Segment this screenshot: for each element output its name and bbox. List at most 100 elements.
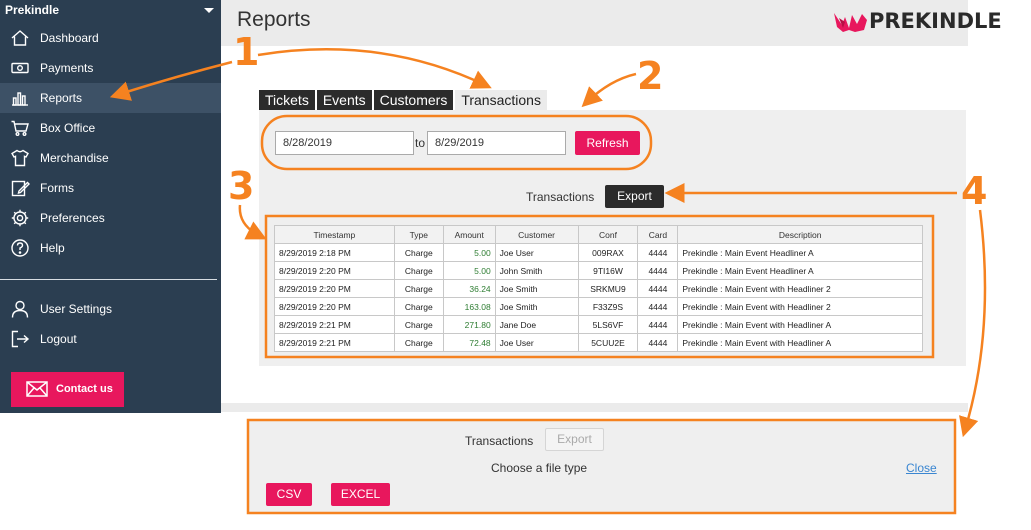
cell-customer: Joe Smith [494, 279, 579, 298]
bar-chart-icon [10, 88, 30, 108]
column-header-amount[interactable]: Amount [442, 225, 496, 244]
annotation-arrow-2 [581, 72, 637, 108]
sidebar-divider [0, 279, 217, 280]
sidebar-item-label: User Settings [40, 302, 113, 316]
export-button[interactable]: Export [605, 185, 664, 208]
cell-card: 4444 [637, 279, 679, 298]
sidebar-item-label: Help [40, 241, 65, 255]
column-header-timestamp[interactable]: Timestamp [274, 225, 395, 244]
annotation-arrow-4b [959, 209, 987, 438]
column-header-card[interactable]: Card [637, 225, 679, 244]
sidebar-item-help[interactable]: Help [0, 233, 221, 263]
gear-icon [10, 208, 30, 228]
page-title: Reports [237, 8, 311, 31]
table-row[interactable]: 8/29/2019 2:21 PM Charge 72.48 Joe User … [274, 333, 923, 352]
transactions-label: Transactions [526, 190, 595, 204]
annotation-number-3: 3 [228, 164, 255, 208]
user-icon [10, 299, 30, 319]
column-header-customer[interactable]: Customer [494, 225, 579, 244]
cell-type: Charge [393, 261, 444, 280]
column-header-conf[interactable]: Conf [577, 225, 639, 244]
cell-type: Charge [393, 315, 444, 334]
table-row[interactable]: 8/29/2019 2:20 PM Charge 5.00 John Smith… [274, 261, 923, 280]
cell-conf: 5CUU2E [577, 333, 639, 352]
cell-card: 4444 [637, 297, 679, 316]
annotation-arrow-1b [257, 48, 492, 89]
table-row[interactable]: 8/29/2019 2:20 PM Charge 36.24 Joe Smith… [274, 279, 923, 298]
brand-row[interactable]: Prekindle [0, 0, 221, 22]
cell-customer: John Smith [494, 261, 579, 280]
cell-amount: 271.80 [442, 315, 496, 334]
transactions-table: Timestamp Type Amount Customer Conf Card… [274, 225, 923, 352]
tab-tickets[interactable]: Tickets [259, 90, 315, 110]
sidebar-item-payments[interactable]: Payments [0, 53, 221, 83]
sidebar-item-label: Merchandise [40, 151, 109, 165]
sidebar-item-box-office[interactable]: Box Office [0, 113, 221, 143]
cell-card: 4444 [637, 333, 679, 352]
to-label: to [415, 136, 426, 150]
choose-file-type-label: Choose a file type [491, 461, 588, 475]
sidebar-item-label: Box Office [40, 121, 96, 135]
sidebar-item-label: Logout [40, 332, 77, 346]
cell-conf: 9TI16W [577, 261, 639, 280]
refresh-button[interactable]: Refresh [575, 131, 640, 155]
sidebar-item-merchandise[interactable]: Merchandise [0, 143, 221, 173]
cell-type: Charge [393, 297, 444, 316]
cell-customer: Joe User [494, 243, 579, 262]
cell-description: Prekindle : Main Event with Headliner A [677, 333, 923, 352]
shirt-icon [10, 148, 30, 168]
logo-text: PREKINDLE [869, 9, 1002, 33]
sidebar-item-reports[interactable]: Reports [0, 83, 221, 113]
export-panel-transactions-label: Transactions [465, 434, 534, 448]
contact-us-button[interactable]: Contact us [11, 372, 124, 407]
content-bottom-strip [221, 403, 968, 412]
envelope-icon [26, 381, 48, 397]
cell-timestamp: 8/29/2019 2:21 PM [274, 333, 395, 352]
cell-amount: 5.00 [442, 243, 496, 262]
cell-timestamp: 8/29/2019 2:21 PM [274, 315, 395, 334]
cell-conf: SRKMU9 [577, 279, 639, 298]
report-tabs: Tickets Events Customers Transactions [259, 90, 549, 110]
from-date-input[interactable] [275, 131, 414, 155]
money-icon [10, 58, 30, 78]
app-root: Prekindle Dashboard Payments Reports Box… [0, 0, 1031, 530]
home-icon [10, 28, 30, 48]
flame-logo-icon [834, 13, 867, 32]
tab-events[interactable]: Events [316, 90, 372, 110]
column-header-description[interactable]: Description [677, 225, 923, 244]
cell-customer: Joe User [494, 333, 579, 352]
cell-timestamp: 8/29/2019 2:20 PM [274, 261, 395, 280]
tab-transactions[interactable]: Transactions [455, 90, 547, 110]
to-date-input[interactable] [427, 131, 566, 155]
cell-timestamp: 8/29/2019 2:18 PM [274, 243, 395, 262]
sidebar-item-logout[interactable]: Logout [0, 324, 221, 354]
cell-type: Charge [393, 243, 444, 262]
sidebar: Prekindle Dashboard Payments Reports Box… [0, 0, 221, 413]
prekindle-logo: PREKINDLE [833, 6, 1002, 34]
tab-customers[interactable]: Customers [373, 90, 454, 110]
cell-type: Charge [393, 279, 444, 298]
close-link[interactable]: Close [906, 461, 937, 475]
caret-down-icon[interactable] [204, 8, 214, 13]
table-row[interactable]: 8/29/2019 2:21 PM Charge 271.80 Jane Doe… [274, 315, 923, 334]
cell-amount: 72.48 [442, 333, 496, 352]
sidebar-item-forms[interactable]: Forms [0, 173, 221, 203]
sidebar-item-preferences[interactable]: Preferences [0, 203, 221, 233]
cart-icon [10, 118, 30, 138]
annotation-number-4: 4 [961, 169, 988, 213]
brand-name: Prekindle [5, 3, 60, 17]
sidebar-item-dashboard[interactable]: Dashboard [0, 23, 221, 53]
cell-card: 4444 [637, 315, 679, 334]
column-header-type[interactable]: Type [393, 225, 444, 244]
cell-timestamp: 8/29/2019 2:20 PM [274, 279, 395, 298]
excel-button[interactable]: EXCEL [331, 483, 390, 506]
sidebar-item-user-settings[interactable]: User Settings [0, 294, 221, 324]
contact-us-label: Contact us [56, 383, 113, 395]
csv-button[interactable]: CSV [266, 483, 312, 506]
table-row[interactable]: 8/29/2019 2:20 PM Charge 163.08 Joe Smit… [274, 297, 923, 316]
cell-card: 4444 [637, 261, 679, 280]
table-row[interactable]: 8/29/2019 2:18 PM Charge 5.00 Joe User 0… [274, 243, 923, 262]
table-header-row: Timestamp Type Amount Customer Conf Card… [274, 225, 923, 244]
sidebar-item-label: Dashboard [40, 31, 99, 45]
cell-conf: F33Z9S [577, 297, 639, 316]
